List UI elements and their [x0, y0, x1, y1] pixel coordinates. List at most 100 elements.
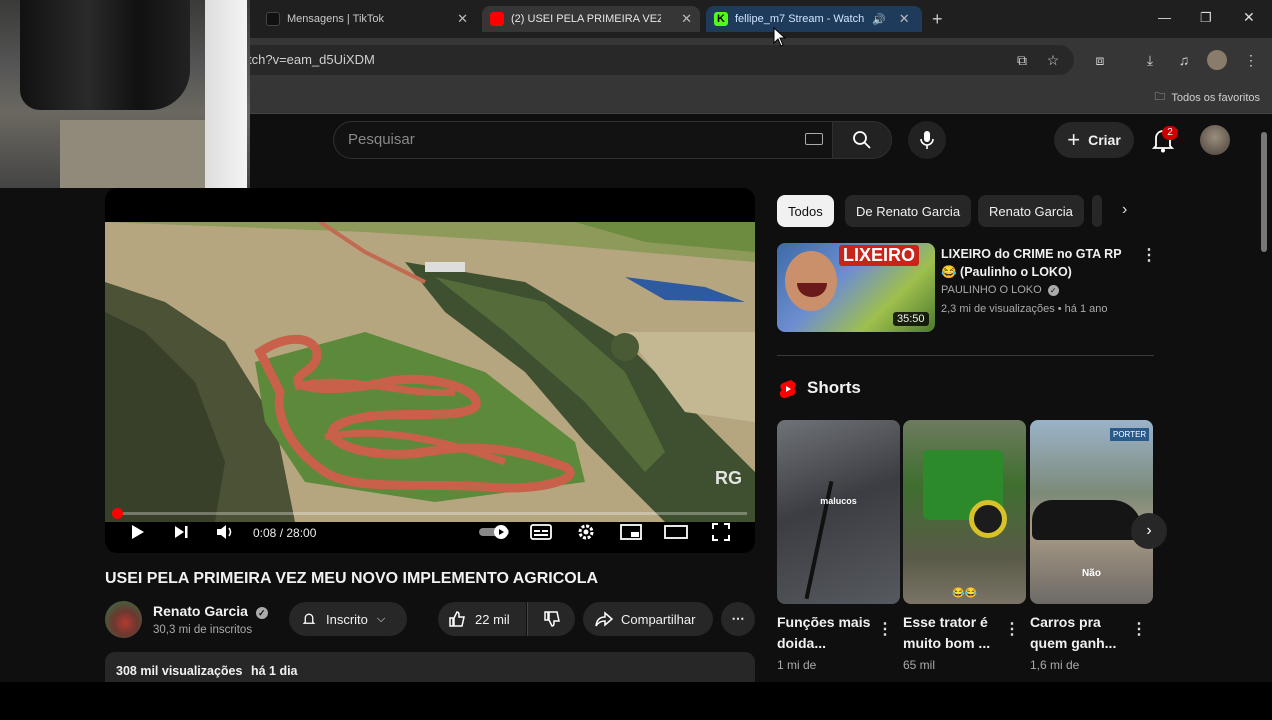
tab-label: (2) USEI PELA PRIMEIRA VEZ ME — [511, 13, 661, 25]
thumbnail-face — [785, 251, 837, 311]
chevron-right-icon[interactable]: › — [1122, 201, 1127, 219]
skip-next-icon — [175, 526, 188, 538]
search-button[interactable] — [832, 121, 892, 159]
all-bookmarks[interactable]: 🗀 Todos os favoritos — [1154, 88, 1260, 107]
letterbox-bar — [0, 682, 1272, 720]
fullscreen-button[interactable] — [710, 521, 732, 543]
dislike-button[interactable] — [527, 602, 575, 636]
chevron-down-icon: ⌵ — [376, 612, 386, 625]
profile-icon[interactable] — [1207, 50, 1227, 70]
menu-icon[interactable]: ⋮ — [1241, 50, 1261, 70]
create-button[interactable]: + Criar — [1054, 122, 1134, 158]
search-input[interactable]: Pesquisar — [333, 121, 833, 159]
like-count: 22 mil — [475, 611, 510, 627]
recommended-menu-icon[interactable]: ⋮ — [1141, 245, 1157, 265]
screen: Mensagens | TikTok ✕ (2) USEI PELA PRIME… — [0, 0, 1272, 720]
download-icon[interactable]: ⤓ — [1140, 50, 1160, 70]
next-button[interactable] — [170, 521, 192, 543]
account-avatar[interactable] — [1200, 125, 1230, 155]
star-icon[interactable]: ☆ — [1043, 50, 1063, 70]
thumbnail-text: LIXEIRO — [839, 245, 920, 266]
short-thumbnail[interactable]: 😂😂 — [903, 420, 1026, 604]
short-thumbnail[interactable]: malucos — [777, 420, 900, 604]
play-button[interactable] — [126, 521, 148, 543]
short-car — [1032, 500, 1142, 540]
recommended-title[interactable]: LIXEIRO do CRIME no GTA RP 😂 (Paulinho o… — [941, 245, 1131, 281]
chip-related[interactable]: Renato Garcia — [978, 195, 1084, 227]
share-button[interactable]: Compartilhar — [583, 602, 713, 636]
voice-search-button[interactable] — [908, 121, 946, 159]
close-window-button[interactable]: ✕ — [1243, 9, 1255, 26]
channel-avatar[interactable] — [105, 601, 142, 638]
short-title[interactable]: Carros pra quem ganh... — [1030, 612, 1130, 654]
progress-scrubber[interactable] — [112, 508, 123, 519]
short-thumbnail[interactable]: PORTER Não — [1030, 420, 1153, 604]
progress-bar[interactable] — [113, 512, 747, 515]
short-menu-icon[interactable]: ⋮ — [877, 619, 893, 639]
short-sign: PORTER — [1110, 428, 1150, 441]
close-tab-icon[interactable]: ✕ — [457, 11, 468, 27]
new-tab-button[interactable]: + — [932, 9, 943, 30]
address-bar[interactable]: tch?v=eam_d5UiXDM — [236, 45, 1074, 75]
search-icon — [853, 131, 871, 149]
webcam-curtain — [20, 0, 190, 110]
upload-date: há 1 dia — [250, 664, 298, 678]
url-text: tch?v=eam_d5UiXDM — [248, 52, 375, 67]
verified-icon: ✓ — [1047, 285, 1059, 296]
extensions-icon[interactable]: ⧈ — [1090, 50, 1110, 70]
volume-button[interactable] — [214, 521, 236, 543]
subscriber-count: 30,3 mi de inscritos — [153, 624, 253, 636]
short-overlay-text: 😂😂 — [952, 588, 977, 599]
subtitles-button[interactable] — [530, 521, 552, 543]
recommended-channel[interactable]: PAULINHO O LOKO ✓ — [941, 284, 1059, 296]
share-label: Compartilhar — [621, 611, 696, 627]
video-frame[interactable]: RG — [105, 222, 755, 522]
media-icon[interactable]: ♫ — [1174, 50, 1194, 70]
bookmarks-label: Todos os favoritos — [1171, 91, 1260, 104]
maximize-button[interactable]: ❐ — [1200, 10, 1212, 26]
webcam-floor — [60, 120, 210, 188]
folder-icon: 🗀 — [1154, 91, 1166, 103]
channel-watermark: RG — [715, 468, 742, 488]
like-button[interactable]: 22 mil — [438, 602, 526, 636]
short-title[interactable]: Esse trator é muito bom ... — [903, 612, 1003, 654]
youtube-icon — [490, 12, 504, 26]
close-tab-icon[interactable]: ✕ — [681, 11, 692, 27]
shorts-next-button[interactable]: › — [1131, 513, 1167, 549]
subscribe-button[interactable]: Inscrito ⌵ — [289, 602, 407, 636]
subscribe-label: Inscrito — [326, 611, 368, 627]
video-title: USEI PELA PRIMEIRA VEZ MEU NOVO IMPLEMEN… — [105, 570, 599, 587]
cast-icon[interactable]: ⧉ — [1012, 50, 1032, 70]
page-scrollbar[interactable] — [1261, 132, 1267, 252]
short-title[interactable]: Funções mais doida... — [777, 612, 877, 654]
short-views: 1,6 mi de — [1030, 658, 1080, 672]
minimize-button[interactable]: — — [1158, 10, 1171, 25]
tab-kick[interactable]: K fellipe_m7 Stream - Watch 🔊 ✕ — [706, 6, 922, 32]
theater-mode-button[interactable] — [664, 521, 688, 543]
webcam-overlay — [0, 0, 250, 188]
shorts-heading: Shorts — [807, 378, 861, 397]
miniplayer-button[interactable] — [620, 521, 642, 543]
keyboard-icon[interactable] — [805, 133, 823, 145]
close-tab-icon[interactable]: ✕ — [899, 11, 910, 27]
subtitles-icon — [530, 524, 552, 540]
tab-youtube[interactable]: (2) USEI PELA PRIMEIRA VEZ ME ✕ — [482, 6, 700, 32]
theater-icon — [664, 525, 688, 539]
chip-from-channel[interactable]: De Renato Garcia — [845, 195, 972, 227]
more-actions-button[interactable]: ⋯ — [721, 602, 755, 636]
channel-name[interactable]: Renato Garcia ✓ — [153, 603, 268, 619]
autoplay-toggle[interactable] — [478, 521, 512, 543]
verified-icon: ✓ — [255, 607, 268, 619]
short-menu-icon[interactable]: ⋮ — [1131, 619, 1147, 639]
gear-icon — [578, 524, 594, 540]
settings-button[interactable] — [575, 521, 597, 543]
autoplay-icon — [479, 525, 509, 539]
recommended-meta: 2,3 mi de visualizações • há 1 ano — [941, 303, 1108, 315]
chip-more[interactable] — [1092, 195, 1102, 227]
short-views: 65 mil — [903, 658, 936, 672]
audio-icon[interactable]: 🔊 — [872, 13, 886, 26]
short-menu-icon[interactable]: ⋮ — [1004, 619, 1020, 639]
tab-tiktok[interactable]: Mensagens | TikTok ✕ — [258, 6, 476, 32]
chip-all[interactable]: Todos — [777, 195, 834, 227]
create-label: Criar — [1088, 132, 1121, 148]
